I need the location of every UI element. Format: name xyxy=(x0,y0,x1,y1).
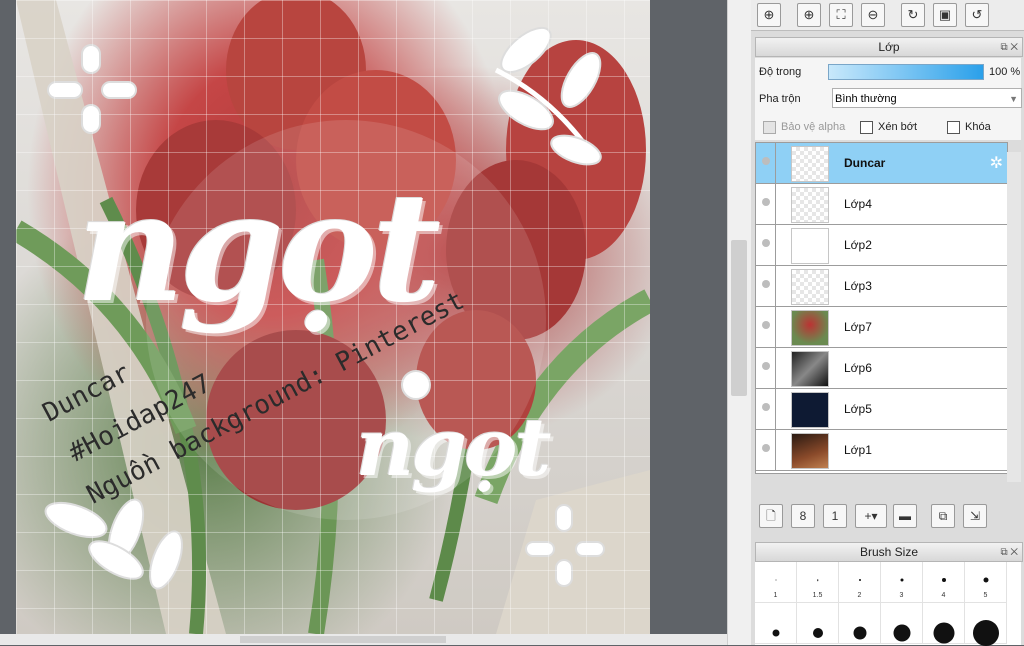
folder-icon[interactable]: ▬ xyxy=(893,504,917,528)
layer-name: Lớp6 xyxy=(844,361,872,375)
popout-icon[interactable]: ⧉ ✕ xyxy=(1000,544,1018,562)
layer-actions: 🗋 8 1 +▾ ▬ ⧉ ⇲ xyxy=(755,500,1021,532)
clipping-label: Xén bớt xyxy=(878,121,918,133)
brush-size-cell[interactable]: 4 xyxy=(923,562,965,603)
visibility-toggle[interactable] xyxy=(762,239,770,247)
right-panel: ⊕ ⊕ ⛶ ⊖ ↻ ▣ ↺ Lớp ⧉ ✕ Độ trong 100 % Pha… xyxy=(751,0,1024,646)
layer-thumbnail xyxy=(791,146,829,182)
brush-size-label: 3 xyxy=(899,592,904,599)
brush-size-cell[interactable] xyxy=(755,603,797,644)
vertical-scrollbar[interactable] xyxy=(727,0,751,645)
layer-row-lop7[interactable]: Lớp7 xyxy=(756,307,1007,348)
layer-thumbnail xyxy=(791,433,829,469)
gear-icon[interactable]: ✲ xyxy=(990,153,1003,173)
visibility-toggle[interactable] xyxy=(762,403,770,411)
layer-row-lop6[interactable]: Lớp6 xyxy=(756,348,1007,389)
lock-checkbox[interactable] xyxy=(947,121,960,134)
brush-size-cell[interactable]: 5 xyxy=(965,562,1007,603)
layer-thumbnail xyxy=(791,351,829,387)
brush-size-label: 1 xyxy=(773,592,778,599)
brush-size-cell[interactable]: 2 xyxy=(839,562,881,603)
protect-alpha-checkbox xyxy=(763,121,776,134)
zoom-out-icon[interactable]: ⊖ xyxy=(861,3,885,27)
brush-size-cell[interactable] xyxy=(965,603,1007,646)
layer-row-lop2[interactable]: Lớp2 xyxy=(756,225,1007,266)
brush-size-cell[interactable]: 1.5 xyxy=(797,562,839,603)
new-layer-icon[interactable]: 🗋 xyxy=(759,504,783,528)
rotate-icon[interactable]: ↻ xyxy=(901,3,925,27)
opacity-label: Độ trong xyxy=(759,66,802,78)
brush-size-cell[interactable]: 1 xyxy=(755,562,797,603)
brush-size-label: 4 xyxy=(941,592,946,599)
opacity-value: 100 % xyxy=(989,66,1021,78)
layer-thumbnail xyxy=(791,310,829,346)
lock-label: Khóa xyxy=(965,121,991,133)
visibility-toggle[interactable] xyxy=(762,157,770,165)
layer-name: Lớp7 xyxy=(844,320,872,334)
layer-panel-title: Lớp ⧉ ✕ xyxy=(755,37,1023,57)
layer-row-lop5[interactable]: Lớp5 xyxy=(756,389,1007,430)
brush-size-label: 5 xyxy=(983,592,988,599)
small-word: ngọt xyxy=(356,400,551,494)
vertical-scroll-thumb[interactable] xyxy=(731,240,747,396)
clipping-checkbox[interactable] xyxy=(860,121,873,134)
horizontal-scrollbar[interactable] xyxy=(0,634,727,645)
opacity-slider[interactable] xyxy=(828,64,984,80)
fullscreen-icon[interactable]: ▣ xyxy=(933,3,957,27)
zoom-in-icon[interactable]: ⊕ xyxy=(797,3,821,27)
layer-row-duncar[interactable]: Duncar ✲ xyxy=(756,143,1007,184)
layer-list: Duncar ✲ Lớp4 Lớp2 Lớp3 Lớp7 Lớp6 Lớp5 L… xyxy=(755,142,1008,474)
duplicate-layer-icon[interactable]: ⧉ xyxy=(931,504,955,528)
layer-name: Lớp3 xyxy=(844,279,872,293)
new-layer-1bit-icon[interactable]: 1 xyxy=(823,504,847,528)
zoom-fit-icon[interactable]: ⊕ xyxy=(757,3,781,27)
layer-row-lop4[interactable]: Lớp4 xyxy=(756,184,1007,225)
layer-row-lop1[interactable]: Lớp1 xyxy=(756,430,1007,471)
popout-icon[interactable]: ⧉ ✕ xyxy=(1000,39,1018,57)
blend-mode-value: Bình thường xyxy=(835,93,897,105)
artwork-canvas[interactable]: ngọt ngọt Duncar #Hoidap247 Nguồn backgr… xyxy=(16,0,650,634)
visibility-toggle[interactable] xyxy=(762,280,770,288)
merge-layer-icon[interactable]: ⇲ xyxy=(963,504,987,528)
layer-row-lop3[interactable]: Lớp3 xyxy=(756,266,1007,307)
visibility-toggle[interactable] xyxy=(762,362,770,370)
fit-window-icon[interactable]: ⛶ xyxy=(829,3,853,27)
reset-rotation-icon[interactable]: ↺ xyxy=(965,3,989,27)
brush-size-cell[interactable] xyxy=(881,603,923,644)
blend-mode-select[interactable]: Bình thường ▼ xyxy=(832,88,1022,108)
visibility-toggle[interactable] xyxy=(762,198,770,206)
brush-size-label: 2 xyxy=(857,592,862,599)
layer-name: Lớp4 xyxy=(844,197,872,211)
brush-size-title: Brush Size ⧉ ✕ xyxy=(755,542,1023,562)
layer-name: Lớp5 xyxy=(844,402,872,416)
layer-thumbnail xyxy=(791,392,829,428)
big-word: ngọt xyxy=(76,160,441,336)
layer-controls: Độ trong 100 % Pha trộn Bình thường ▼ Bả… xyxy=(755,58,1022,140)
layer-thumbnail xyxy=(791,269,829,305)
layer-name: Lớp2 xyxy=(844,238,872,252)
visibility-toggle[interactable] xyxy=(762,321,770,329)
layer-list-scrollbar[interactable] xyxy=(1007,152,1021,482)
visibility-toggle[interactable] xyxy=(762,444,770,452)
brush-size-cell[interactable] xyxy=(923,603,965,644)
layer-thumbnail xyxy=(791,187,829,223)
brush-size-label: 1.5 xyxy=(812,592,823,599)
layer-panel-title-text: Lớp xyxy=(878,40,900,54)
brush-size-title-text: Brush Size xyxy=(859,545,919,559)
brush-size-grid: 1 1.5 2 3 4 5 xyxy=(755,562,1021,646)
horizontal-scroll-thumb[interactable] xyxy=(240,636,446,643)
canvas-area[interactable]: ngọt ngọt Duncar #Hoidap247 Nguồn backgr… xyxy=(0,0,727,645)
brush-size-cell[interactable] xyxy=(839,603,881,644)
new-layer-8bit-icon[interactable]: 8 xyxy=(791,504,815,528)
blend-label: Pha trộn xyxy=(759,93,801,105)
layer-thumbnail xyxy=(791,228,829,264)
protect-alpha-label: Bảo vệ alpha xyxy=(781,121,846,133)
layer-name: Lớp1 xyxy=(844,443,872,457)
chevron-down-icon: ▼ xyxy=(1009,94,1018,104)
layer-name: Duncar xyxy=(844,156,886,170)
add-special-layer-icon[interactable]: +▾ xyxy=(855,504,887,528)
brush-size-cell[interactable]: 3 xyxy=(881,562,923,603)
brush-size-cell[interactable] xyxy=(797,603,839,644)
view-toolbar: ⊕ ⊕ ⛶ ⊖ ↻ ▣ ↺ xyxy=(751,0,1024,31)
